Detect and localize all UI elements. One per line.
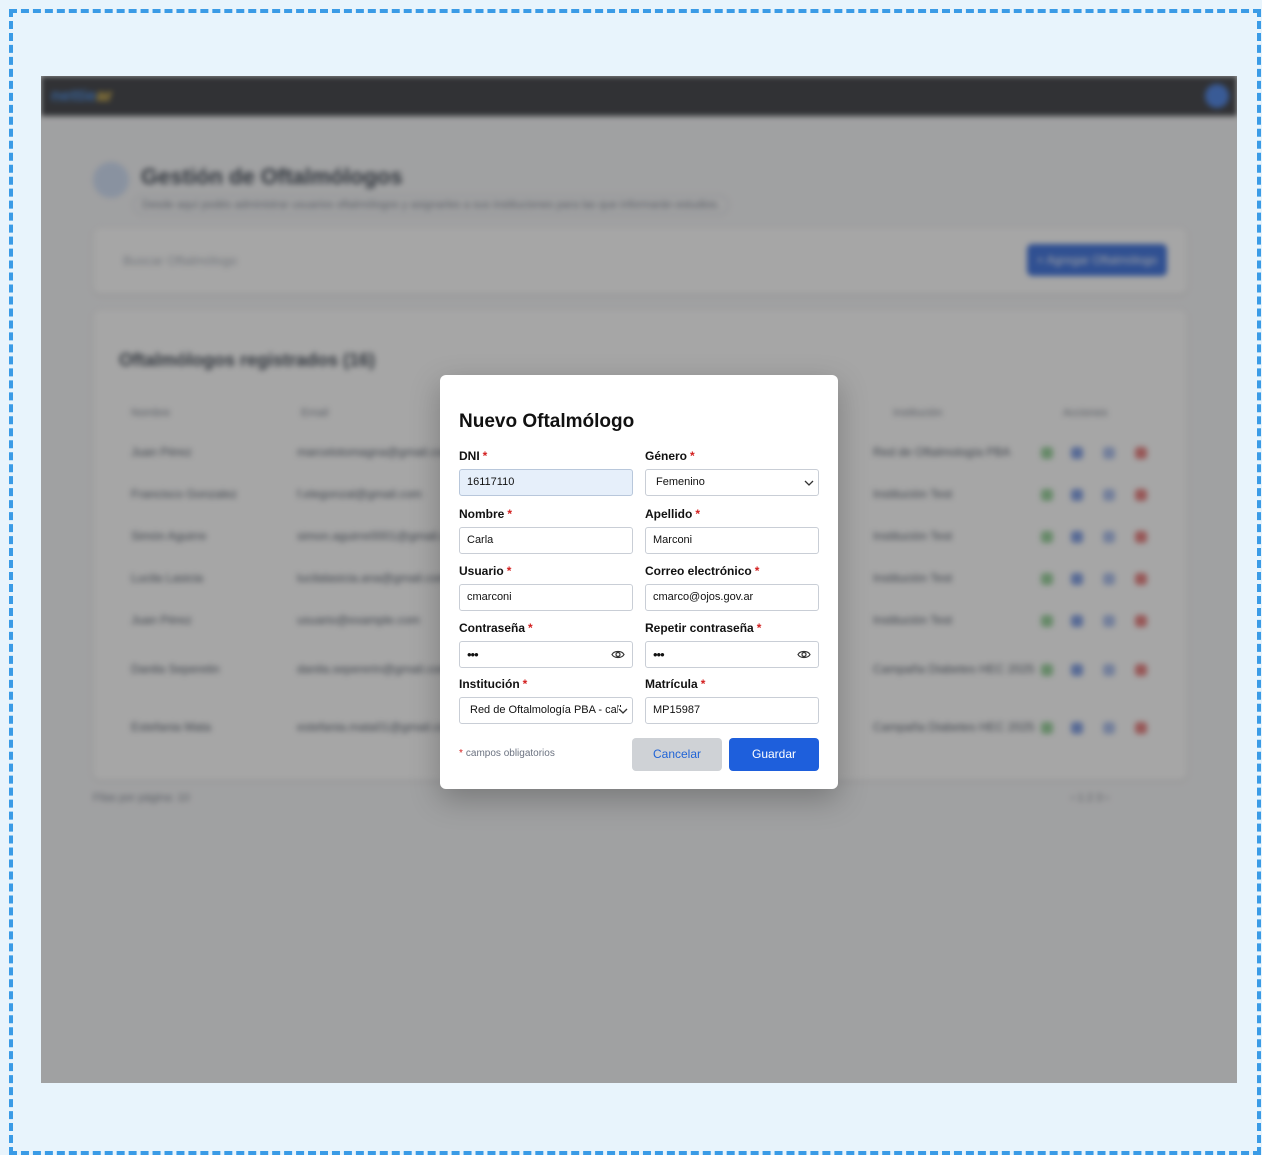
dni-input[interactable]: 16117110	[459, 469, 633, 496]
repeat-password-label: Repetir contraseña *	[645, 621, 762, 635]
dialog-title: Nuevo Oftalmólogo	[459, 411, 635, 432]
last-name-field: Apellido * Marconi	[645, 507, 819, 554]
new-ophthalmologist-dialog: Nuevo Oftalmólogo DNI * 16117110 Género * …	[440, 375, 838, 789]
chevron-down-icon	[618, 707, 628, 715]
email-input[interactable]: cmarco@ojos.gov.ar	[645, 584, 819, 611]
username-field: Usuario * cmarconi	[459, 564, 633, 611]
first-name-input[interactable]: Carla	[459, 527, 633, 554]
password-field: Contraseña * •••	[459, 621, 633, 668]
dni-label: DNI *	[459, 449, 488, 463]
repeat-password-input[interactable]: •••	[645, 641, 819, 668]
cancel-button[interactable]: Cancelar	[632, 738, 722, 771]
dni-field: DNI * 16117110	[459, 449, 633, 496]
license-label: Matrícula *	[645, 677, 706, 691]
last-name-input[interactable]: Marconi	[645, 527, 819, 554]
eye-icon[interactable]	[797, 649, 811, 660]
email-label: Correo electrónico *	[645, 564, 760, 578]
password-input[interactable]: •••	[459, 641, 633, 668]
license-field: Matrícula * MP15987	[645, 677, 819, 724]
last-name-label: Apellido *	[645, 507, 701, 521]
username-label: Usuario *	[459, 564, 512, 578]
gender-field: Género * Femenino	[645, 449, 819, 496]
repeat-password-field: Repetir contraseña * •••	[645, 621, 819, 668]
save-button[interactable]: Guardar	[729, 738, 819, 771]
password-label: Contraseña *	[459, 621, 533, 635]
gender-label: Género *	[645, 449, 695, 463]
username-input[interactable]: cmarconi	[459, 584, 633, 611]
institution-field: Institución * Red de Oftalmología PBA - c…	[459, 677, 633, 724]
email-field: Correo electrónico * cmarco@ojos.gov.ar	[645, 564, 819, 611]
first-name-label: Nombre *	[459, 507, 513, 521]
license-input[interactable]: MP15987	[645, 697, 819, 724]
required-fields-note: * campos obligatorios	[459, 748, 555, 759]
institution-select[interactable]: Red de Oftalmología PBA - calle	[459, 697, 633, 724]
first-name-field: Nombre * Carla	[459, 507, 633, 554]
eye-icon[interactable]	[611, 649, 625, 660]
gender-select[interactable]: Femenino	[645, 469, 819, 496]
chevron-down-icon	[804, 480, 814, 486]
institution-label: Institución *	[459, 677, 528, 691]
